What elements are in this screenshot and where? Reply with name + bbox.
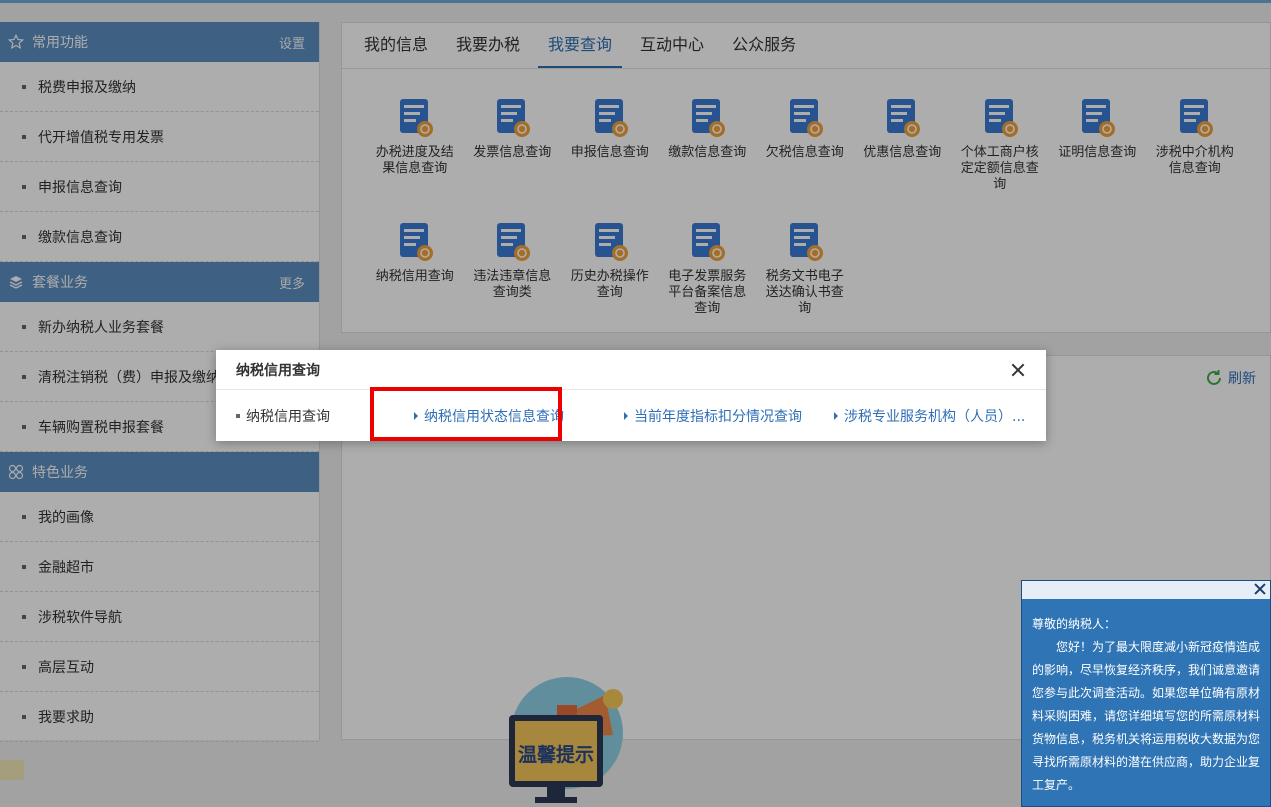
bullet [236,413,240,418]
tax-credit-modal: 纳税信用查询 纳税信用查询 纳税信用状态信息查询 当前年度指标扣分情况查询 涉税… [216,350,1046,441]
link-professional-agency-query[interactable]: 涉税专业服务机构（人员）... [834,406,1025,426]
notice-text: 您好！为了最大限度减小新冠疫情造成的影响，尽早恢复经济秩序，我们诚意邀请您参与此… [1032,640,1261,792]
modal-header: 纳税信用查询 [216,350,1046,390]
notice-close-icon[interactable] [1254,583,1266,595]
notice-greeting: 尊敬的纳税人： [1032,617,1117,631]
notice-titlebar [1022,581,1270,599]
survey-notice-popup: 尊敬的纳税人： 您好！为了最大限度减小新冠疫情造成的影响，尽早恢复经济秩序，我们… [1021,580,1271,807]
link-label: 涉税专业服务机构（人员）... [844,408,1026,425]
modal-category-label: 纳税信用查询 [246,408,330,425]
modal-category: 纳税信用查询 [236,406,376,426]
close-icon[interactable] [1010,362,1026,378]
arrow-right-icon [834,411,838,420]
link-label: 当前年度指标扣分情况查询 [634,408,802,425]
modal-body: 纳税信用查询 纳税信用状态信息查询 当前年度指标扣分情况查询 涉税专业服务机构（… [216,387,1046,441]
arrow-right-icon [624,411,628,420]
notice-content: 尊敬的纳税人： 您好！为了最大限度减小新冠疫情造成的影响，尽早恢复经济秩序，我们… [1022,599,1270,797]
highlight-box [370,387,562,441]
link-annual-deduction-query[interactable]: 当前年度指标扣分情况查询 [624,406,802,426]
modal-title: 纳税信用查询 [236,362,320,379]
